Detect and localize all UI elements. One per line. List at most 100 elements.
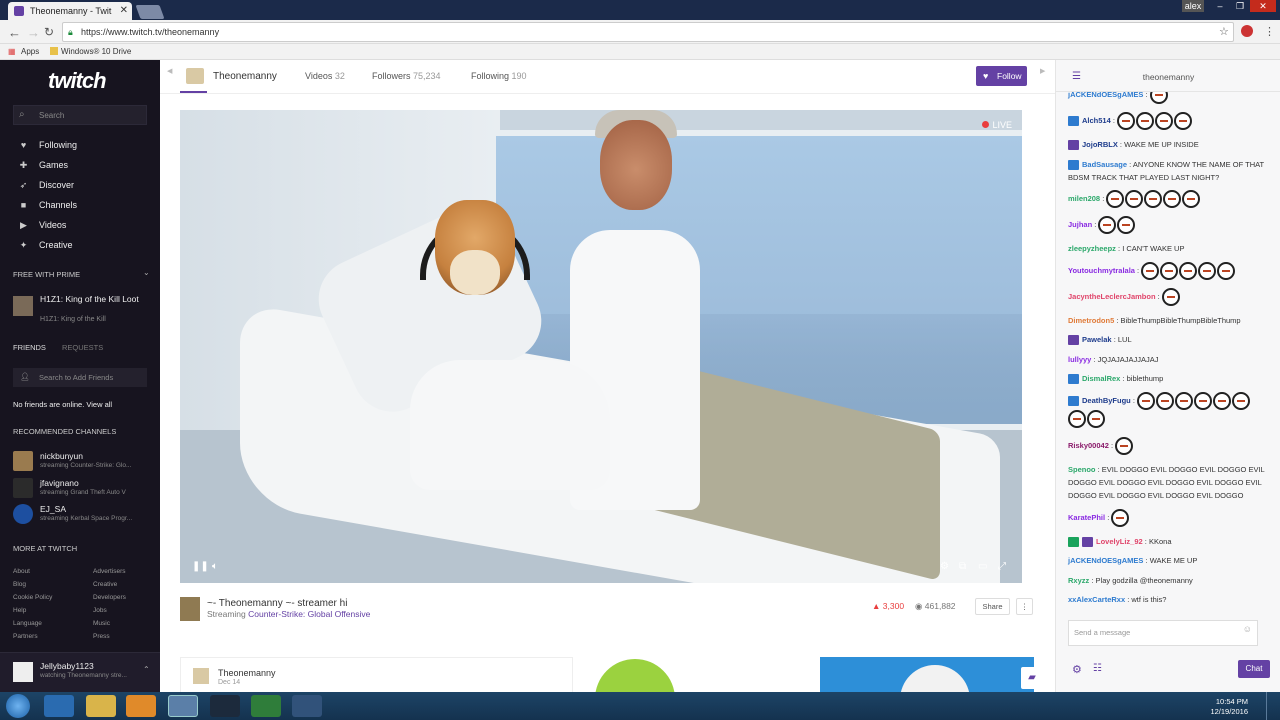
chat-username[interactable]: Spenoo — [1068, 465, 1096, 474]
chat-username[interactable]: lullyyy — [1068, 355, 1091, 364]
fullscreen-icon[interactable]: ⤢ — [998, 561, 1006, 572]
tab-following[interactable]: Following 190 — [471, 71, 527, 81]
user-panel[interactable]: Jellybaby1123 watching Theonemanny stre.… — [0, 652, 160, 692]
back-icon[interactable]: ← — [8, 25, 21, 40]
chevron-down-icon[interactable]: ⌄ — [143, 268, 150, 277]
tab-friends[interactable]: FRIENDS — [13, 343, 46, 352]
chat-username[interactable]: DeathByFugu — [1082, 395, 1131, 404]
browser-tab[interactable]: Theonemanny - Twit ✕ — [8, 2, 132, 20]
chat-settings-icon[interactable]: ⚙ — [1072, 663, 1082, 676]
prime-item-thumbnail[interactable] — [13, 296, 33, 316]
video-player[interactable]: LIVE ❚❚ 🔈︎ ⚙ ⧉ ▭ ⤢ — [180, 110, 1022, 583]
footer-link[interactable]: Press — [93, 633, 110, 640]
footer-link[interactable]: Jobs — [93, 607, 107, 614]
address-bar[interactable]: 🔒︎ https://www.twitch.tv/theonemanny — [62, 22, 1234, 42]
scroll-right-icon[interactable]: ▶ — [1040, 67, 1045, 75]
chat-username[interactable]: Youtouchmytralala — [1068, 265, 1135, 274]
friends-search-input[interactable]: 👤︎ Search to Add Friends — [13, 368, 147, 387]
chat-username[interactable]: Pawelak — [1082, 335, 1112, 344]
settings-gear-icon[interactable]: ⚙ — [940, 561, 949, 572]
channel-avatar[interactable] — [186, 68, 204, 84]
bookmark-star-icon[interactable]: ☆ — [1219, 25, 1229, 38]
tab-channel-name[interactable]: Theonemanny — [213, 71, 277, 82]
tab-videos[interactable]: Videos 32 — [305, 71, 345, 81]
nav-games[interactable]: ✚ Games — [18, 158, 68, 172]
ie-taskbar-icon[interactable] — [44, 695, 74, 717]
tab-requests[interactable]: REQUESTS — [62, 343, 103, 352]
chat-username[interactable]: DismalRex — [1082, 374, 1120, 383]
media-taskbar-icon[interactable] — [126, 695, 156, 717]
extension-icon[interactable] — [1241, 25, 1253, 37]
nav-videos[interactable]: ▶ Videos — [18, 218, 66, 232]
nav-discover[interactable]: ➶ Discover — [18, 178, 74, 192]
panel-image[interactable] — [595, 657, 685, 699]
viewer-list-icon[interactable]: ☷ — [1093, 663, 1102, 674]
share-button[interactable]: Share — [975, 598, 1010, 615]
view-all-link[interactable]: View all — [86, 400, 112, 409]
chat-username[interactable]: jACKENdOESgAMES — [1068, 556, 1143, 565]
nav-creative[interactable]: ✦ Creative — [18, 238, 73, 252]
footer-link[interactable]: Creative — [93, 581, 117, 588]
more-options-icon[interactable]: ⋮ — [1016, 598, 1033, 615]
menu-icon[interactable]: ⋮ — [1264, 25, 1275, 38]
chat-username[interactable]: zleepyzheepz — [1068, 244, 1116, 253]
hamburger-icon[interactable]: ☰ — [1072, 71, 1081, 82]
chat-username[interactable]: milen208 — [1068, 194, 1100, 203]
chat-username[interactable]: Risky00042 — [1068, 441, 1109, 450]
chat-send-button[interactable]: Chat — [1238, 660, 1270, 678]
chat-username[interactable]: BadSausage — [1082, 160, 1127, 169]
channel-feed-card[interactable]: Theonemanny Dec 14 — [180, 657, 573, 697]
pause-icon[interactable]: ❚❚ — [192, 561, 209, 572]
volume-icon[interactable]: 🔈︎ — [212, 561, 218, 572]
footer-link[interactable]: Advertisers — [93, 568, 126, 575]
close-tab-icon[interactable]: ✕ — [120, 5, 128, 16]
chat-username[interactable]: Jujhan — [1068, 220, 1092, 229]
footer-link[interactable]: Developers — [93, 594, 126, 601]
game-link[interactable]: Counter-Strike: Global Offensive — [248, 609, 370, 619]
explorer-taskbar-icon[interactable] — [86, 695, 116, 717]
chat-username[interactable]: JojoRBLX — [1082, 140, 1118, 149]
start-button[interactable] — [6, 694, 30, 718]
chat-username[interactable]: Rxyzz — [1068, 576, 1089, 585]
popout-icon[interactable]: ⧉ — [959, 561, 966, 572]
new-tab-button[interactable] — [135, 5, 165, 19]
chat-bubble-icon[interactable]: ▰ — [1021, 667, 1043, 689]
maximize-icon[interactable]: ❐ — [1230, 0, 1250, 12]
footer-link[interactable]: Blog — [13, 581, 26, 588]
chat-username[interactable]: JacyntheLeclercJambon — [1068, 291, 1156, 300]
footer-link[interactable]: Language — [13, 620, 42, 627]
panel-image[interactable] — [820, 657, 1034, 697]
window-close-icon[interactable]: ✕ — [1250, 0, 1276, 12]
bookmark-windows-driver[interactable]: Windows® 10 Drive — [61, 47, 131, 56]
system-clock[interactable]: 10:54 PM 12/19/2016 — [1210, 697, 1248, 717]
app-taskbar-icon[interactable] — [251, 695, 281, 717]
footer-link[interactable]: Partners — [13, 633, 38, 640]
footer-link[interactable]: Music — [93, 620, 110, 627]
sidebar-search-input[interactable]: ⌕ Search — [13, 105, 147, 125]
nav-channels[interactable]: ■ Channels — [18, 198, 77, 212]
twitch-logo[interactable]: twitch — [48, 68, 107, 94]
minimize-icon[interactable]: – — [1210, 0, 1230, 12]
profile-badge[interactable]: alex — [1182, 0, 1204, 12]
scroll-left-icon[interactable]: ◀ — [167, 67, 172, 75]
reload-icon[interactable]: ↻ — [44, 25, 54, 39]
chrome-taskbar-icon[interactable] — [168, 695, 198, 717]
chevron-up-icon[interactable]: ⌃ — [143, 665, 150, 674]
forward-icon[interactable]: → — [27, 25, 40, 40]
bookmark-apps[interactable]: Apps — [21, 47, 39, 56]
app-taskbar-icon[interactable] — [292, 695, 322, 717]
footer-link[interactable]: Help — [13, 607, 26, 614]
chat-username[interactable]: Dimetrodon5 — [1068, 316, 1114, 325]
footer-link[interactable]: About — [13, 568, 30, 575]
chat-username[interactable]: jACKENdOESgAMES — [1068, 92, 1143, 99]
show-desktop-button[interactable] — [1266, 692, 1280, 720]
steam-taskbar-icon[interactable] — [210, 695, 240, 717]
game-box-art[interactable] — [180, 597, 200, 621]
chat-username[interactable]: xxAlexCarteRxx — [1068, 595, 1125, 604]
chat-username[interactable]: Alch514 — [1082, 116, 1111, 125]
follow-button[interactable]: ♥ Follow — [976, 66, 1027, 86]
tab-followers[interactable]: Followers 75,234 — [372, 71, 441, 81]
footer-link[interactable]: Cookie Policy — [13, 594, 52, 601]
chat-username[interactable]: LovelyLiz_92 — [1096, 537, 1143, 546]
theatre-mode-icon[interactable]: ▭ — [978, 561, 987, 572]
